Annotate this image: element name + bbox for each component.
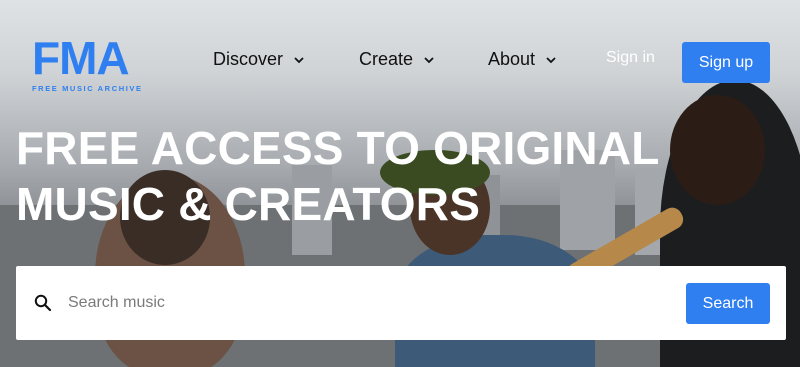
search-input[interactable] [68, 284, 668, 322]
nav-create[interactable]: Create [359, 49, 435, 70]
nav-create-label: Create [359, 49, 414, 69]
search-button[interactable]: Search [686, 283, 770, 324]
chevron-down-icon [546, 56, 556, 63]
chevron-down-icon [294, 56, 304, 63]
sign-up-button[interactable]: Sign up [682, 42, 770, 83]
main-nav: Discover Create About Sign in [0, 49, 800, 79]
sign-in-link[interactable]: Sign in [606, 49, 655, 67]
nav-about[interactable]: About [488, 49, 557, 70]
search-bar: Search [16, 266, 786, 340]
logo-subtitle: FREE MUSIC ARCHIVE [32, 84, 143, 93]
chevron-down-icon [424, 56, 434, 63]
search-icon [34, 294, 52, 312]
nav-about-label: About [488, 49, 536, 69]
nav-discover[interactable]: Discover [213, 49, 305, 70]
nav-discover-label: Discover [213, 49, 284, 69]
hero-headline: FREE ACCESS TO ORIGINAL MUSIC & CREATORS [16, 122, 659, 230]
